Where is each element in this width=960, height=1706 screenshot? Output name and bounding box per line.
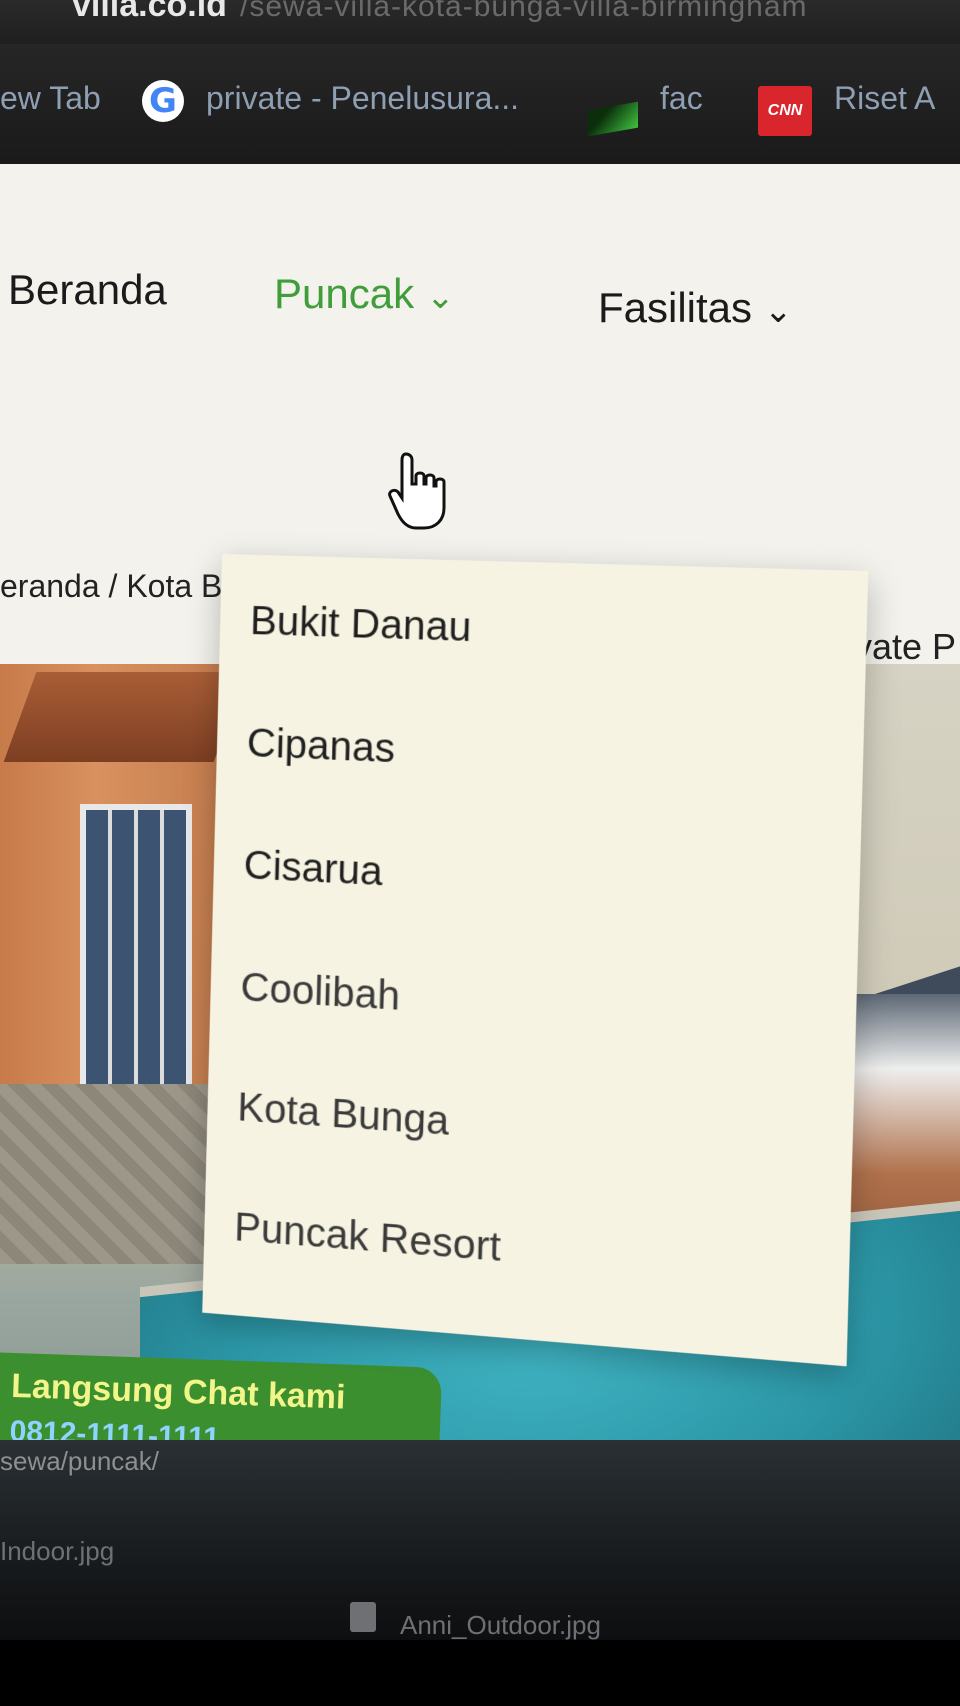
nav-fasilitas[interactable]: Fasilitas ⌄ <box>598 284 793 332</box>
nav-puncak-label: Puncak <box>274 270 415 317</box>
download-item-1[interactable]: Indoor.jpg <box>0 1536 114 1567</box>
google-icon: G <box>142 80 184 122</box>
dropdown-item-kota-bunga[interactable]: Kota Bunga <box>237 1085 450 1145</box>
nav-beranda[interactable]: Beranda <box>8 266 167 314</box>
puncak-dropdown-menu: Bukit Danau Cipanas Cisarua Coolibah Kot… <box>202 554 869 1367</box>
download-item-2[interactable]: Anni_Outdoor.jpg <box>400 1610 601 1641</box>
bookmark-riset[interactable]: Riset A <box>834 80 935 117</box>
dropdown-item-cipanas[interactable]: Cipanas <box>246 721 395 772</box>
url-domain[interactable]: villa.co.id <box>72 0 227 25</box>
chevron-down-icon: ⌄ <box>764 291 793 330</box>
monitor-bezel <box>0 1640 960 1706</box>
chat-banner-title: Langsung Chat kami <box>10 1366 347 1417</box>
facebook-icon <box>588 101 638 137</box>
bookmark-new-tab[interactable]: ew Tab <box>0 80 101 117</box>
dropdown-item-bukit-danau[interactable]: Bukit Danau <box>250 599 472 651</box>
bookmark-google-search[interactable]: private - Penelusura... <box>206 80 519 117</box>
nav-fasilitas-label: Fasilitas <box>598 284 753 331</box>
dropdown-item-puncak-resort[interactable]: Puncak Resort <box>234 1205 502 1271</box>
web-page: Beranda Puncak ⌄ Fasilitas ⌄ eranda / Kota… <box>0 164 960 1564</box>
villa-window <box>80 804 192 1106</box>
status-bar-url: sewa/puncak/ <box>0 1446 159 1476</box>
address-bar[interactable]: villa.co.id /sewa-villa-kota-bunga-villa… <box>0 0 960 44</box>
url-path[interactable]: /sewa-villa-kota-bunga-villa-birmingham <box>240 0 808 24</box>
dropdown-item-coolibah[interactable]: Coolibah <box>240 965 400 1020</box>
nav-puncak[interactable]: Puncak ⌄ <box>274 270 455 318</box>
file-icon <box>350 1602 376 1632</box>
breadcrumb[interactable]: eranda / Kota B <box>0 568 222 605</box>
cnn-icon-label: CNN <box>767 102 803 119</box>
bookmarks-bar: ew Tab G private - Penelusura... fac CNN… <box>0 44 960 164</box>
villa-roof <box>3 672 247 762</box>
cnn-icon: CNN <box>758 86 812 136</box>
hand-cursor-icon <box>388 452 446 530</box>
dropdown-item-cisarua[interactable]: Cisarua <box>243 843 383 895</box>
chevron-down-icon: ⌄ <box>426 277 455 316</box>
bookmark-facebook[interactable]: fac <box>660 80 703 117</box>
